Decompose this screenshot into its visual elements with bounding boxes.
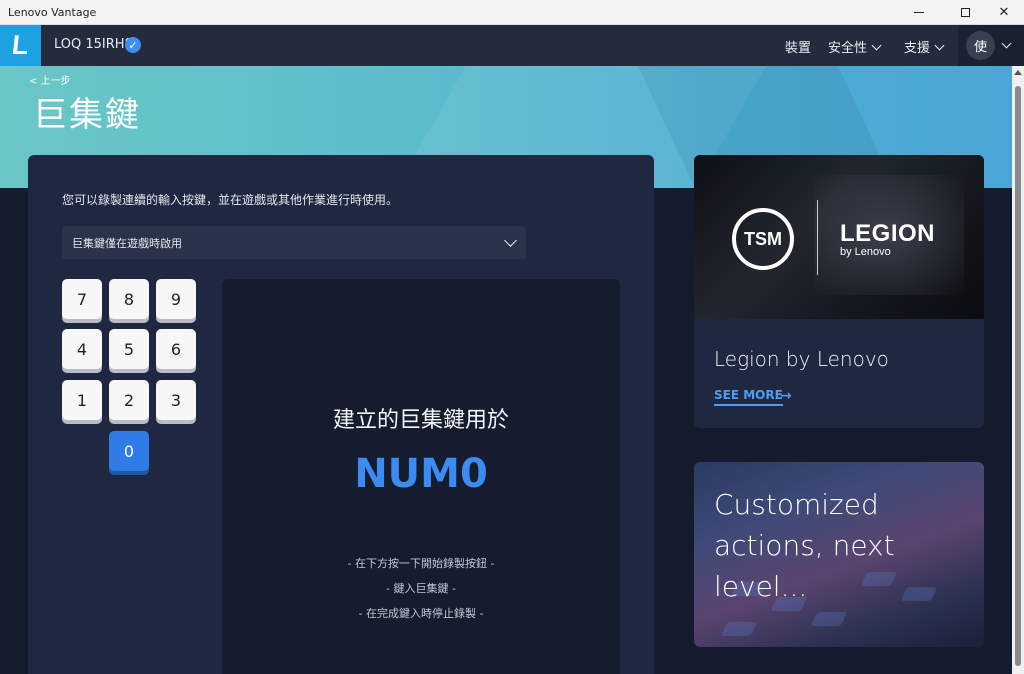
legion-logo: LEGION <box>840 220 936 247</box>
user-menu[interactable]: 使 <box>958 25 1024 66</box>
page-scrollbar[interactable] <box>1012 66 1024 674</box>
macro-mode-dropdown[interactable]: 巨集鍵僅在遊戲時啟用 <box>62 226 526 259</box>
scrollbar-thumb[interactable] <box>1015 86 1021 666</box>
numpad-key-5[interactable]: 5 <box>109 329 149 369</box>
macro-mode-value: 巨集鍵僅在遊戲時啟用 <box>72 237 182 250</box>
close-icon: ✕ <box>998 5 1010 20</box>
chevron-down-icon <box>1001 38 1012 49</box>
numpad-key-7[interactable]: 7 <box>62 279 102 319</box>
minimize-icon <box>914 12 924 13</box>
customized-actions-promo-card[interactable]: Customized actions, next level... <box>694 462 984 647</box>
numpad-key-8[interactable]: 8 <box>109 279 149 319</box>
logo-letter: L <box>10 30 31 60</box>
nav-support-menu[interactable]: 支援 <box>904 37 945 56</box>
promo-title: Legion by Lenovo <box>714 347 889 371</box>
avatar: 使 <box>966 31 995 60</box>
numpad-key-9[interactable]: 9 <box>156 279 196 319</box>
nav-security-menu[interactable]: 安全性 <box>828 37 882 56</box>
numpad-key-0[interactable]: 0 <box>109 431 149 471</box>
vantage-logo[interactable]: L <box>0 25 41 66</box>
numpad-key-2[interactable]: 2 <box>109 380 149 420</box>
keyboard-key-decor <box>720 622 758 636</box>
maximize-icon <box>960 8 970 17</box>
back-link[interactable]: < 上一步 <box>29 72 71 87</box>
keyboard-key-decor <box>810 612 848 626</box>
numpad-key-6[interactable]: 6 <box>156 329 196 369</box>
nav-security-label: 安全性 <box>828 41 868 56</box>
numpad-key-1[interactable]: 1 <box>62 380 102 420</box>
nav-support-label: 支援 <box>904 41 931 56</box>
chevron-down-icon <box>934 40 945 51</box>
legion-logo-subtitle: by Lenovo <box>840 246 891 258</box>
scroll-up-icon[interactable] <box>1014 70 1022 75</box>
arrow-right-icon: → <box>780 388 792 404</box>
page-description: 您可以錄製連續的輸入按鍵，並在遊戲或其他作業進行時使用。 <box>62 193 399 207</box>
tsm-logo: TSM <box>732 208 794 270</box>
numpad-key-4[interactable]: 4 <box>62 329 102 369</box>
minimize-button[interactable] <box>896 0 942 25</box>
chevron-down-icon <box>504 234 517 247</box>
macro-step: - 鍵入巨集鍵 - <box>386 582 456 595</box>
device-name[interactable]: LOQ 15IRH8 <box>54 37 133 52</box>
macro-step: - 在下方按一下開始錄製按鈕 - <box>347 557 495 570</box>
window-title: Lenovo Vantage <box>8 6 97 19</box>
close-button[interactable]: ✕ <box>981 0 1024 25</box>
chevron-down-icon <box>871 40 882 51</box>
macro-step: - 在完成鍵入時停止錄製 - <box>358 607 484 620</box>
page-title: 巨集鍵 <box>33 95 141 135</box>
verified-check-icon: ✓ <box>125 37 141 53</box>
legion-promo-card[interactable]: TSM LEGION by Lenovo Legion by Lenovo SE… <box>694 155 984 428</box>
see-more-link[interactable]: SEE MORE <box>714 388 783 406</box>
window-titlebar: Lenovo Vantage ✕ <box>0 0 1024 25</box>
app-navbar: L LOQ 15IRH8 ✓ 裝置 安全性 支援 使 <box>0 25 1024 66</box>
macro-selected-key: NUM0 <box>354 451 488 497</box>
promo-headline: Customized actions, next level... <box>714 488 895 603</box>
numpad-key-3[interactable]: 3 <box>156 380 196 420</box>
legion-promo-image: TSM LEGION by Lenovo <box>694 155 984 319</box>
logo-divider <box>817 200 818 275</box>
nav-device-link[interactable]: 裝置 <box>785 37 811 56</box>
macro-panel-title: 建立的巨集鍵用於 <box>332 408 509 433</box>
